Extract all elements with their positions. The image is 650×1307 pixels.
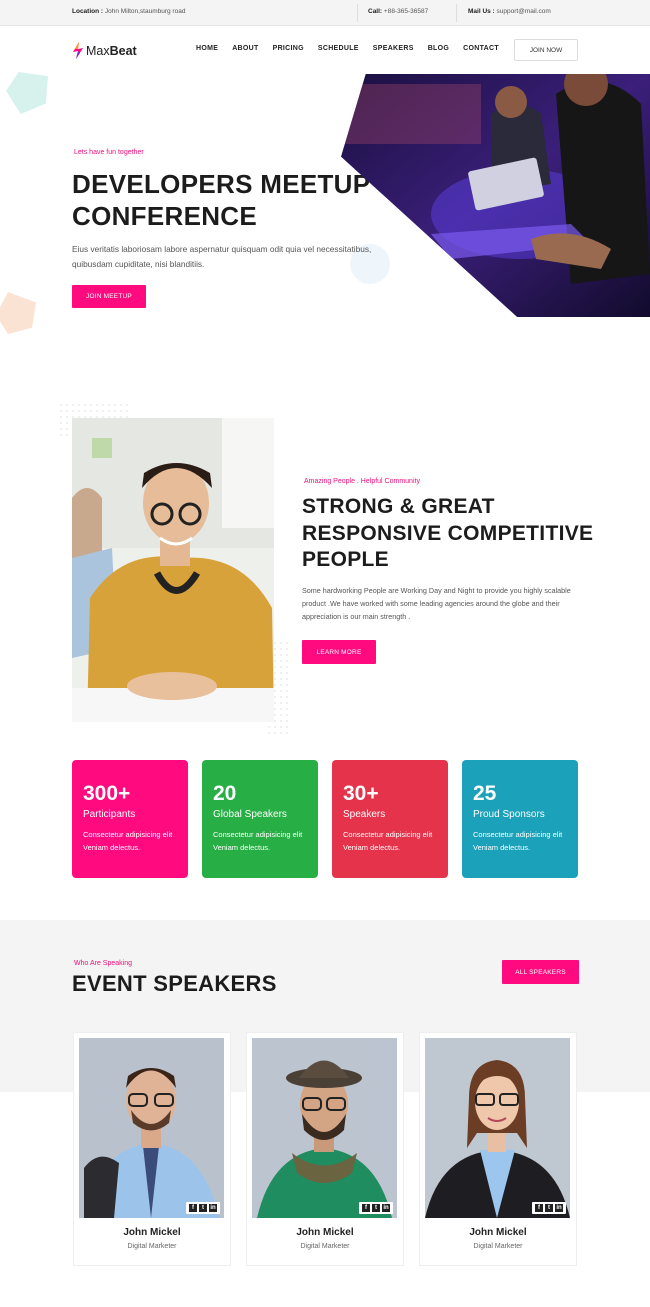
speaker-card[interactable]: f t in John Mickel Digital Marketer [420,1033,576,1265]
logo-flame-icon [73,42,83,59]
twitter-icon[interactable]: t [199,1204,207,1212]
divider [357,4,358,22]
about-description: Some hardworking People are Working Day … [302,586,571,621]
linkedin-icon[interactable]: in [382,1204,390,1212]
learn-more-button[interactable]: LEARN MORE [302,640,376,664]
about-image [72,418,274,722]
speaker-name: John Mickel [123,1227,181,1238]
decorative-shape [6,72,48,114]
hero-kicker: Lets have fun together [74,149,144,156]
speakers-kicker: Who Are Speaking [74,960,132,967]
speaker-photo: f t in [252,1038,397,1218]
stat-label: Speakers [343,809,386,820]
speaker-role: Digital Marketer [300,1243,350,1250]
mail-info: Mail Us : support@mail.com [468,8,551,15]
stat-number: 300+ [83,782,131,805]
decorative-shape [0,292,36,334]
stat-label: Proud Sponsors [473,809,545,820]
stat-number: 20 [213,782,237,805]
nav-contact[interactable]: CONTACT [463,45,499,52]
social-links: f t in [532,1202,566,1214]
stat-text: Consectetur adipisicing elit Veniam dele… [83,830,173,852]
nav-about[interactable]: ABOUT [232,45,258,52]
stat-card-participants: 300+ Participants Consectetur adipisicin… [72,760,188,878]
about-title: STRONG & GREAT RESPONSIVE COMPETITIVE PE… [302,495,594,571]
logo-text-bold: Beat [109,43,137,58]
linkedin-icon[interactable]: in [555,1204,563,1212]
speaker-name: John Mickel [296,1227,354,1238]
site-logo[interactable]: MaxBeat [72,42,137,59]
twitter-icon[interactable]: t [545,1204,553,1212]
mail-value[interactable]: support@mail.com [497,8,551,15]
call-value[interactable]: +88-365-36587 [384,8,428,15]
stat-text: Consectetur adipisicing elit Veniam dele… [343,830,433,852]
facebook-icon[interactable]: f [535,1204,543,1212]
facebook-icon[interactable]: f [362,1204,370,1212]
speaker-name: John Mickel [469,1227,527,1238]
call-info: Call: +88-365-36587 [368,8,428,15]
speaker-photo: f t in [425,1038,570,1218]
social-links: f t in [186,1202,220,1214]
top-info-bar: Location : John Milton,staumburg road Ca… [0,0,650,26]
stat-label: Global Speakers [213,809,287,820]
speakers-title: EVENT SPEAKERS [72,971,277,996]
stat-card-global-speakers: 20 Global Speakers Consectetur adipisici… [202,760,318,878]
location-value: John Milton,staumburg road [104,8,186,15]
hero-description: Eius veritatis laboriosam labore asperna… [72,244,372,269]
stat-card-sponsors: 25 Proud Sponsors Consectetur adipisicin… [462,760,578,878]
all-speakers-button[interactable]: ALL SPEAKERS [502,960,579,984]
stat-text: Consectetur adipisicing elit Veniam dele… [473,830,563,852]
stat-label: Participants [83,809,136,820]
stat-number: 25 [473,782,497,805]
nav-speakers[interactable]: SPEAKERS [373,45,414,52]
about-kicker: Amazing People . Helpful Community [304,478,420,485]
speaker-photo: f t in [79,1038,224,1218]
divider [456,4,457,22]
hero-image [341,74,650,317]
location-label: Location : [72,8,104,15]
stat-text: Consectetur adipisicing elit Veniam dele… [213,830,303,852]
speaker-card[interactable]: f t in John Mickel Digital Marketer [247,1033,403,1265]
join-now-button[interactable]: JOIN NOW [514,39,578,61]
nav-pricing[interactable]: PRICING [273,45,304,52]
speaker-role: Digital Marketer [473,1243,523,1250]
mail-label: Mail Us : [468,8,495,15]
speaker-card[interactable]: f t in John Mickel Digital Marketer [74,1033,230,1265]
main-nav: HOME ABOUT PRICING SCHEDULE SPEAKERS BLO… [196,45,513,52]
facebook-icon[interactable]: f [189,1204,197,1212]
logo-text: MaxBeat [86,44,137,58]
location-info: Location : John Milton,staumburg road [72,8,185,15]
hero-title: DEVELOPERS MEETUP CONFERENCE [72,169,370,231]
nav-blog[interactable]: BLOG [428,45,449,52]
stat-number: 30+ [343,782,379,805]
logo-text-light: Max [86,43,110,58]
stat-card-speakers: 30+ Speakers Consectetur adipisicing eli… [332,760,448,878]
social-links: f t in [359,1202,393,1214]
join-meetup-button[interactable]: JOIN MEETUP [72,285,146,308]
call-label: Call: [368,8,383,15]
nav-home[interactable]: HOME [196,45,218,52]
linkedin-icon[interactable]: in [209,1204,217,1212]
speaker-role: Digital Marketer [127,1243,177,1250]
nav-schedule[interactable]: SCHEDULE [318,45,359,52]
twitter-icon[interactable]: t [372,1204,380,1212]
